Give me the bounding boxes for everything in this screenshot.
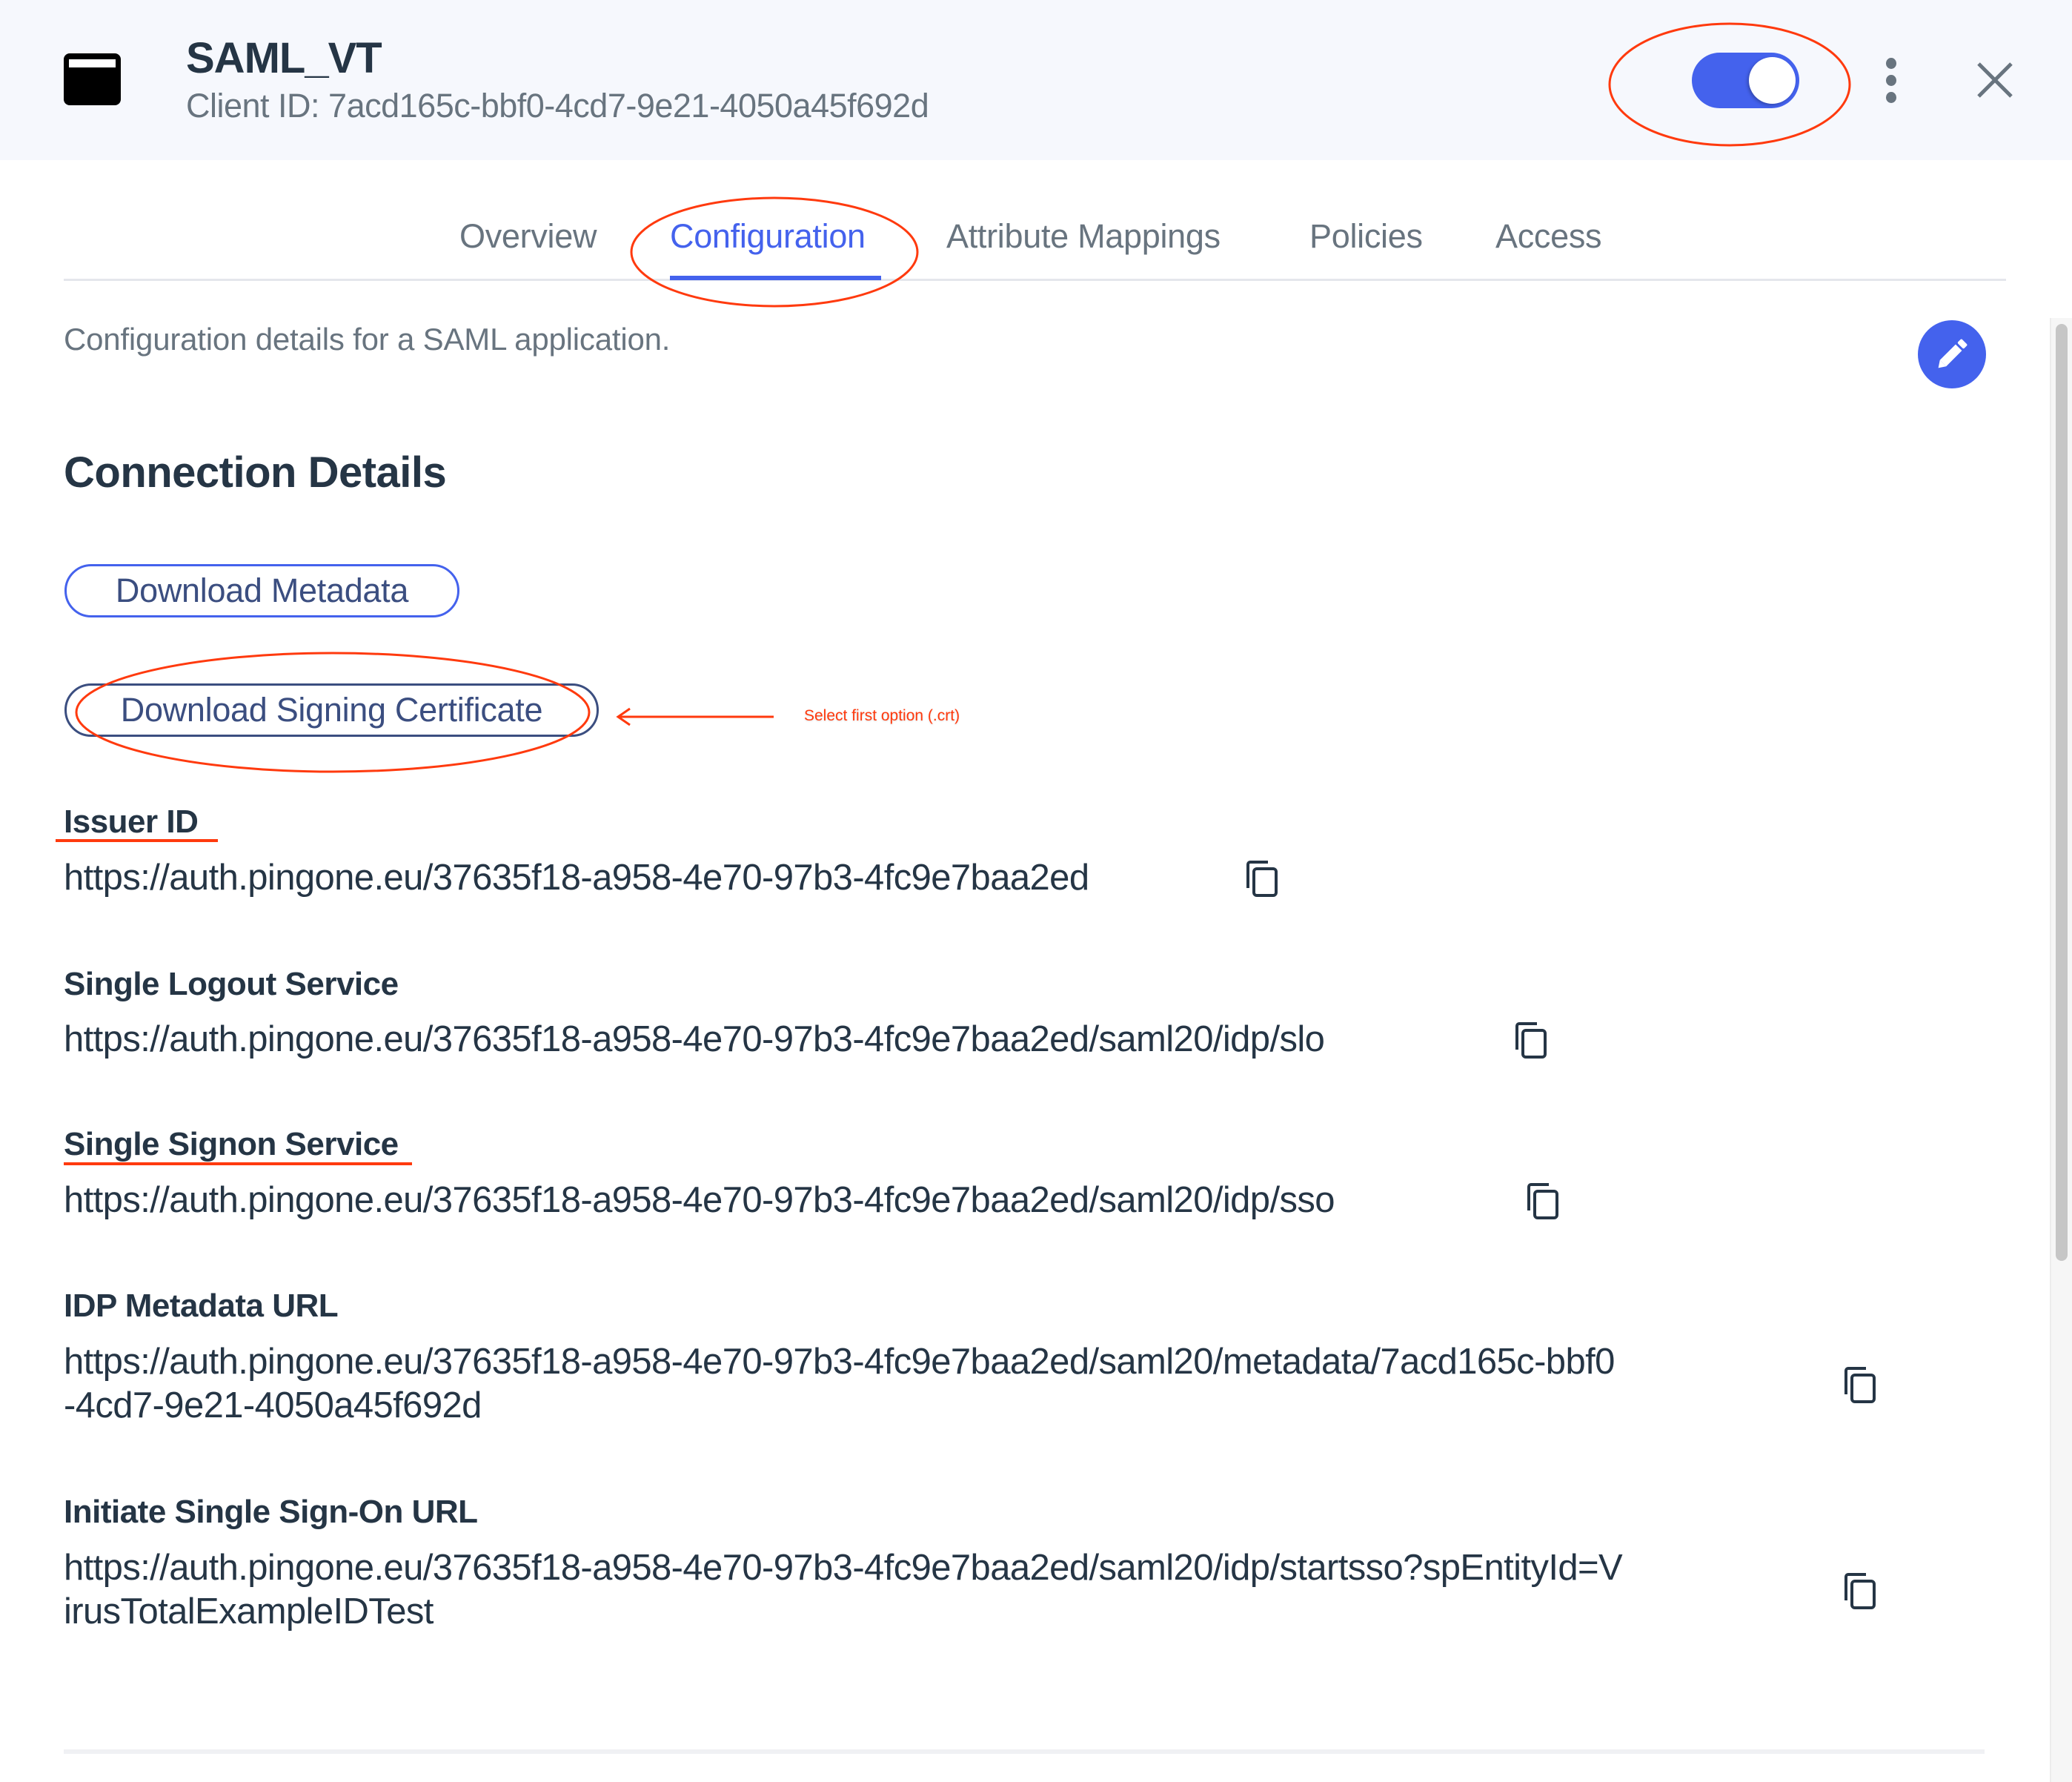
single-signon-service-label: Single Signon Service: [64, 1126, 399, 1162]
single-logout-service-value: https://auth.pingone.eu/37635f18-a958-4e…: [64, 1019, 1325, 1059]
idp-metadata-url-label: IDP Metadata URL: [64, 1288, 339, 1324]
scrollbar-thumb[interactable]: [2056, 324, 2068, 1261]
tabs-divider: [64, 279, 2006, 281]
client-id: Client ID: 7acd165c-bbf0-4cd7-9e21-4050a…: [186, 87, 929, 125]
initiate-sso-url-value-line1: https://auth.pingone.eu/37635f18-a958-4e…: [64, 1548, 1623, 1588]
footer-divider: [64, 1749, 1985, 1754]
copy-clipboard-icon: [1527, 1183, 1558, 1219]
copy-initiate-sso-url-button[interactable]: [1843, 1571, 1879, 1609]
copy-clipboard-icon: [1515, 1022, 1547, 1059]
edit-button[interactable]: [1918, 320, 1986, 388]
copy-idp-metadata-url-button[interactable]: [1843, 1365, 1879, 1403]
section-heading: Connection Details: [64, 448, 447, 497]
tab-overview[interactable]: Overview: [459, 215, 597, 258]
copy-clipboard-icon: [1246, 861, 1278, 897]
close-button[interactable]: [1974, 59, 2016, 101]
idp-metadata-url-value-line2: -4cd7-9e21-4050a45f692d: [64, 1385, 482, 1425]
issuer-id-value: https://auth.pingone.eu/37635f18-a958-4e…: [64, 858, 1089, 898]
issuer-id-label: Issuer ID: [64, 804, 199, 840]
application-window-icon: [64, 53, 121, 105]
kebab-vertical-icon: [1886, 58, 1896, 69]
annotation-note: Select first option (.crt): [804, 707, 960, 724]
download-signing-certificate-button[interactable]: Download Signing Certificate: [64, 683, 599, 737]
active-tab-indicator: [670, 276, 881, 280]
toggle-knob: [1749, 57, 1796, 104]
idp-metadata-url-value-line1: https://auth.pingone.eu/37635f18-a958-4e…: [64, 1342, 1615, 1382]
initiate-sso-url-value-line2: irusTotalExampleIDTest: [64, 1591, 434, 1632]
kebab-dot: [1886, 92, 1896, 103]
tab-configuration[interactable]: Configuration: [670, 215, 866, 258]
download-metadata-button[interactable]: Download Metadata: [64, 564, 459, 617]
more-options-button[interactable]: [1879, 58, 1904, 104]
tab-policies[interactable]: Policies: [1309, 215, 1423, 258]
single-signon-service-value: https://auth.pingone.eu/37635f18-a958-4e…: [64, 1180, 1335, 1220]
kebab-dot: [1886, 75, 1896, 86]
pencil-icon: [1938, 339, 1968, 368]
initiate-sso-url-label: Initiate Single Sign-On URL: [64, 1494, 478, 1530]
close-x-icon: [1977, 62, 2013, 98]
tab-access[interactable]: Access: [1495, 215, 1602, 258]
copy-clipboard-icon: [1844, 1367, 1876, 1403]
copy-single-signon-button[interactable]: [1526, 1181, 1561, 1219]
single-logout-service-label: Single Logout Service: [64, 966, 399, 1002]
copy-single-logout-button[interactable]: [1514, 1020, 1550, 1059]
annotation-arrow-head: [616, 707, 631, 726]
copy-clipboard-icon: [1844, 1573, 1876, 1609]
copy-issuer-id-button[interactable]: [1245, 858, 1281, 897]
app-title: SAML_VT: [186, 34, 382, 82]
tab-attribute-mappings[interactable]: Attribute Mappings: [946, 215, 1221, 258]
enable-toggle[interactable]: [1692, 53, 1799, 108]
page-description: Configuration details for a SAML applica…: [64, 322, 671, 357]
